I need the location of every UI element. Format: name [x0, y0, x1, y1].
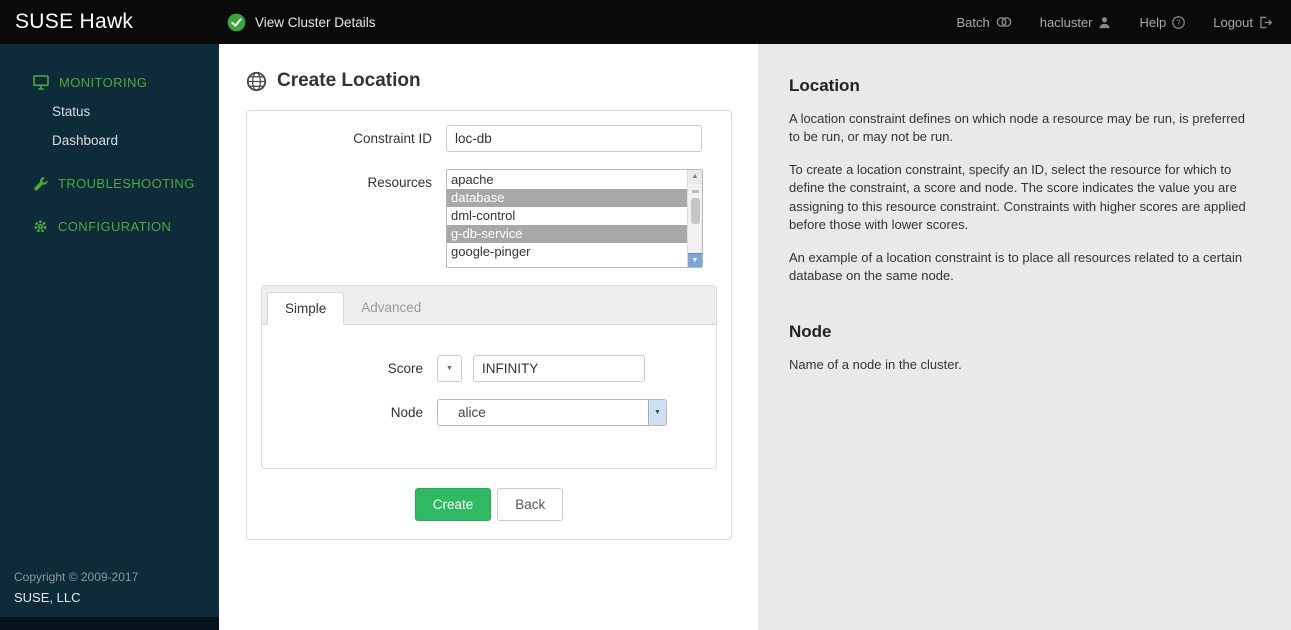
- wrench-icon: [33, 176, 48, 191]
- back-button[interactable]: Back: [497, 488, 564, 521]
- username-label: hacluster: [1039, 14, 1093, 30]
- page-title-row: Create Location: [246, 70, 758, 92]
- resources-listbox[interactable]: apache database dml-control g-db-service…: [446, 169, 703, 268]
- score-dropdown-button[interactable]: ▼: [437, 355, 462, 382]
- resources-scrollbar[interactable]: ▲ ▼: [687, 170, 702, 267]
- sidebar-bottom-strip: [0, 617, 219, 630]
- tab-simple[interactable]: Simple: [267, 292, 345, 325]
- help-paragraph: A location constraint defines on which n…: [789, 111, 1245, 145]
- sidebar: MONITORING Status Dashboard TROUBLESHOOT…: [0, 44, 219, 630]
- view-cluster-details[interactable]: View Cluster Details: [227, 13, 376, 32]
- chevron-down-icon: ▼: [446, 365, 453, 372]
- sidebar-footer: Copyright © 2009-2017 SUSE, LLC: [0, 562, 219, 617]
- tab-strip: Simple Advanced: [262, 286, 716, 325]
- sidebar-configuration-label: CONFIGURATION: [58, 219, 172, 234]
- node-label: Node: [390, 405, 423, 420]
- gear-icon: [33, 219, 48, 234]
- help-label: Help: [1139, 14, 1167, 30]
- create-location-form: Constraint ID Resources apache database …: [246, 110, 732, 540]
- scroll-down-icon[interactable]: ▼: [688, 253, 702, 267]
- resource-option[interactable]: database: [447, 189, 687, 207]
- score-label: Score: [387, 361, 423, 376]
- batch-icon: [996, 16, 1012, 28]
- help-paragraph: An example of a location constraint is t…: [789, 249, 1243, 284]
- sidebar-item-configuration[interactable]: CONFIGURATION: [0, 212, 219, 241]
- help-link[interactable]: Help ?: [1139, 14, 1186, 30]
- cluster-ok-icon: [227, 13, 246, 32]
- globe-icon: [246, 71, 267, 92]
- sidebar-section-monitoring: MONITORING Status Dashboard: [0, 68, 219, 155]
- svg-text:?: ?: [1177, 18, 1182, 27]
- sidebar-item-dashboard[interactable]: Dashboard: [0, 126, 219, 155]
- scrollbar-notch: [691, 190, 699, 193]
- create-button[interactable]: Create: [414, 488, 492, 521]
- score-input[interactable]: [473, 355, 645, 382]
- sidebar-monitoring-label: MONITORING: [59, 75, 148, 90]
- user-icon: [1098, 16, 1111, 29]
- monitor-icon: [33, 75, 49, 90]
- sidebar-section-troubleshooting: TROUBLESHOOTING: [0, 169, 219, 198]
- scrollbar-thumb[interactable]: [690, 198, 700, 224]
- page-title: Create Location: [277, 70, 421, 91]
- sidebar-item-status[interactable]: Status: [0, 97, 219, 126]
- main-content: Create Location Constraint ID Resources …: [219, 44, 758, 630]
- help-section-location: Location A location constraint defines o…: [789, 76, 1259, 286]
- topbar: SUSE Hawk View Cluster Details Batch hac…: [0, 0, 1291, 44]
- constraint-id-label: Constraint ID: [353, 131, 432, 146]
- form-buttons: Create Back: [261, 488, 717, 521]
- copyright-text: Copyright © 2009-2017: [14, 570, 139, 584]
- resource-option[interactable]: apache: [447, 171, 687, 189]
- resource-option[interactable]: dml-control: [447, 207, 687, 225]
- resource-option[interactable]: google-pinger: [447, 243, 687, 261]
- help-paragraph: To create a location constraint, specify…: [789, 161, 1246, 233]
- score-tab-widget: Simple Advanced Score ▼ Node alic: [261, 285, 717, 469]
- batch-label: Batch: [956, 14, 990, 30]
- sidebar-item-troubleshooting[interactable]: TROUBLESHOOTING: [0, 169, 219, 198]
- node-select-arrow[interactable]: ▼: [648, 400, 666, 425]
- company-name: SUSE, LLC: [14, 590, 81, 605]
- tab-advanced[interactable]: Advanced: [344, 292, 438, 324]
- scroll-up-icon[interactable]: ▲: [688, 170, 702, 184]
- node-row: Node alice ▼: [262, 399, 716, 426]
- resources-row: Resources apache database dml-control g-…: [261, 169, 717, 268]
- resources-label: Resources: [367, 175, 432, 190]
- chevron-down-icon: ▼: [654, 409, 661, 416]
- node-select[interactable]: alice ▼: [437, 399, 667, 426]
- help-icon: ?: [1172, 15, 1186, 29]
- sidebar-section-configuration: CONFIGURATION: [0, 212, 219, 241]
- node-selected-value: alice: [458, 405, 486, 420]
- logout-icon: [1259, 16, 1273, 29]
- help-section-node: Node Name of a node in the cluster.: [789, 322, 1259, 374]
- help-location-heading: Location: [789, 76, 860, 95]
- simple-tab-panel: Score ▼ Node alice ▼: [262, 325, 716, 468]
- sidebar-troubleshooting-label: TROUBLESHOOTING: [58, 176, 195, 191]
- sidebar-item-monitoring[interactable]: MONITORING: [0, 68, 219, 97]
- help-panel: Location A location constraint defines o…: [758, 44, 1291, 630]
- batch-link[interactable]: Batch: [956, 14, 1012, 30]
- topbar-links: Batch hacluster Help ? Logout: [956, 15, 1291, 30]
- app-logo[interactable]: SUSE Hawk: [0, 10, 219, 34]
- constraint-id-row: Constraint ID: [261, 125, 717, 152]
- help-paragraph: Name of a node in the cluster.: [789, 356, 962, 372]
- constraint-id-input[interactable]: [446, 125, 702, 152]
- logout-link[interactable]: Logout: [1213, 15, 1273, 30]
- user-menu[interactable]: hacluster: [1040, 15, 1112, 30]
- logout-label: Logout: [1213, 14, 1253, 30]
- cluster-status-label: View Cluster Details: [255, 14, 376, 30]
- score-row: Score ▼: [262, 355, 716, 382]
- resources-options: apache database dml-control g-db-service…: [447, 170, 687, 267]
- resource-option[interactable]: g-db-service: [447, 225, 687, 243]
- help-node-heading: Node: [789, 321, 832, 341]
